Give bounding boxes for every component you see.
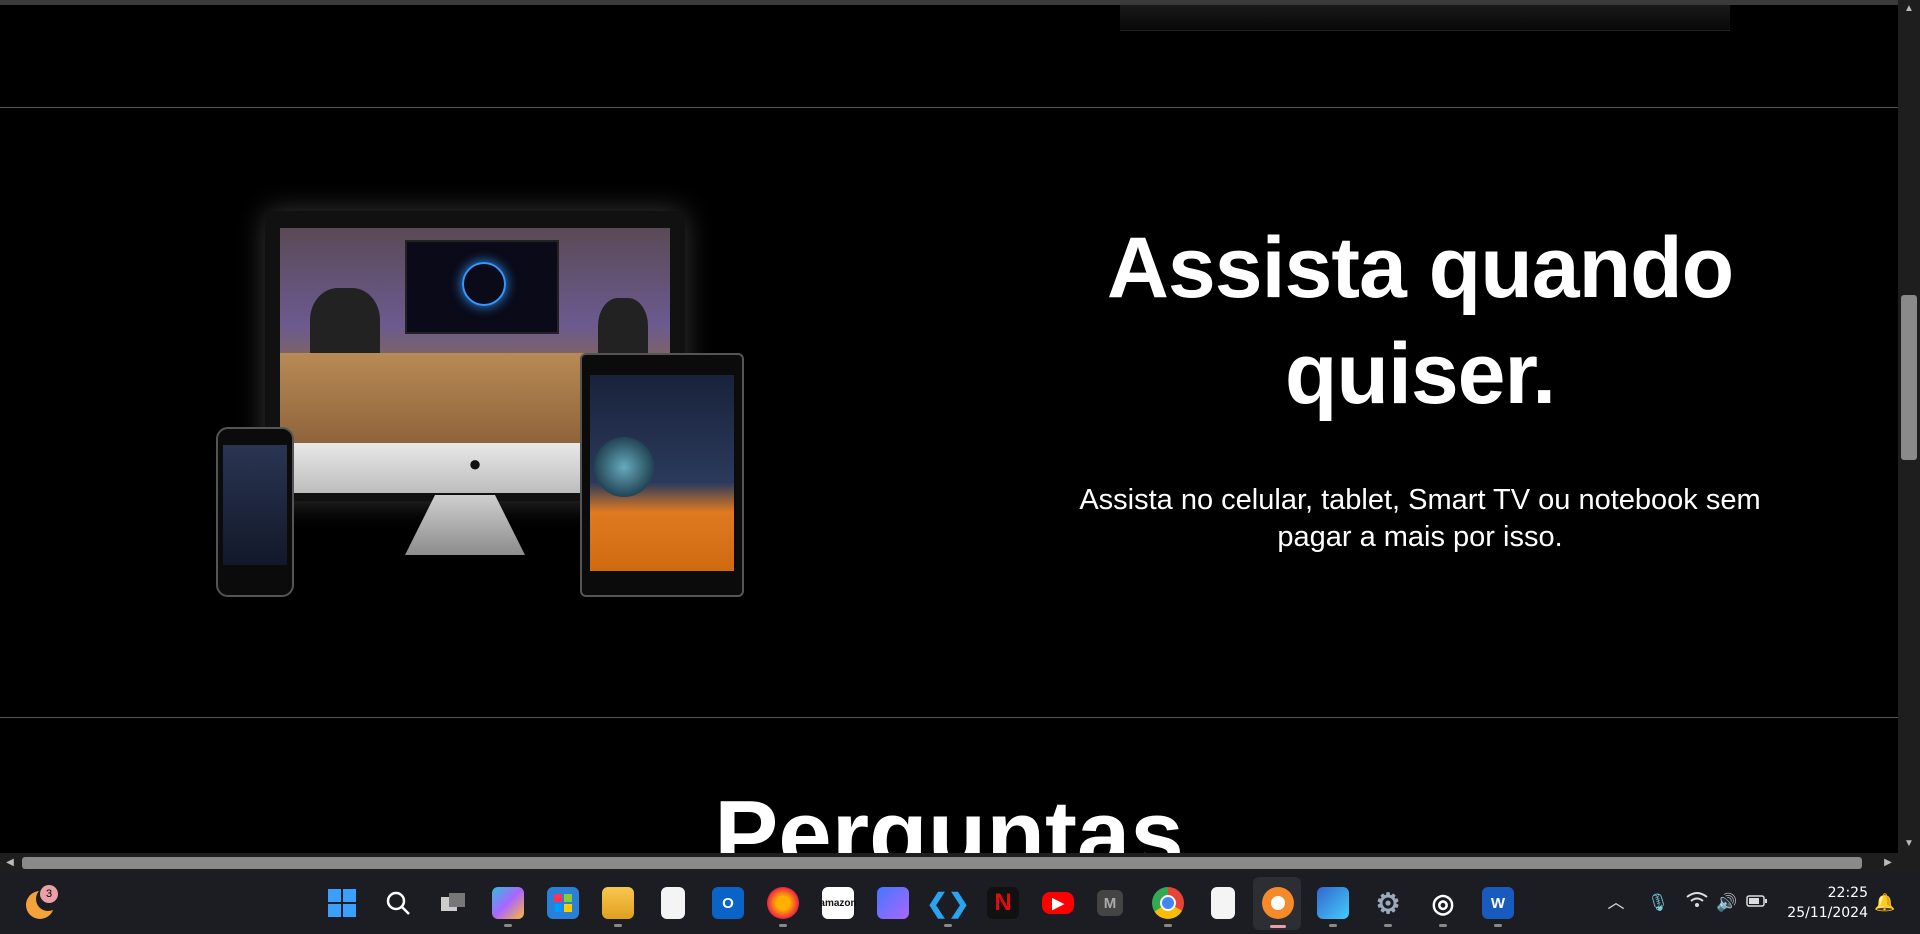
vertical-scrollbar[interactable]: ▲ ▼ bbox=[1898, 0, 1920, 853]
windows-logo-icon[interactable] bbox=[326, 887, 358, 919]
folder-icon[interactable] bbox=[602, 887, 634, 919]
section-title: Assista quando quiser. bbox=[1106, 220, 1734, 422]
scrollbar-corner bbox=[1898, 853, 1920, 873]
phone-device bbox=[216, 427, 294, 597]
section-divider-top bbox=[0, 107, 1898, 108]
youtube-icon[interactable]: ▶ bbox=[1042, 892, 1074, 914]
windows-taskbar: 3 O amazon ❮❯ N ▶ M ⚙ ◎ W ︿ 🎙 🔊 22:25 25… bbox=[0, 873, 1920, 934]
netflix-icon[interactable]: N bbox=[987, 887, 1019, 919]
running-indicator bbox=[1329, 924, 1337, 927]
imac-stand bbox=[405, 495, 525, 555]
vertical-scroll-thumb[interactable] bbox=[1901, 295, 1917, 460]
faq-heading: Perguntas bbox=[714, 781, 1184, 853]
running-indicator bbox=[1439, 924, 1447, 927]
file-icon[interactable] bbox=[661, 887, 685, 919]
podcast-logo bbox=[462, 262, 506, 306]
active-app-indicator bbox=[1270, 925, 1286, 928]
running-indicator bbox=[614, 924, 622, 927]
gear-icon[interactable]: ⚙ bbox=[1372, 887, 1404, 919]
section-divider-bottom bbox=[0, 717, 1898, 718]
running-indicator bbox=[504, 924, 512, 927]
brave-icon[interactable] bbox=[1262, 887, 1294, 919]
amazon-icon[interactable]: amazon bbox=[819, 887, 857, 919]
tablet-device bbox=[580, 353, 744, 597]
chrome-icon[interactable] bbox=[1152, 887, 1184, 919]
scroll-down-arrow-icon[interactable]: ▼ bbox=[1898, 835, 1920, 853]
devices-illustration: ● bbox=[210, 205, 750, 605]
scroll-left-arrow-icon[interactable]: ◀ bbox=[0, 853, 20, 873]
notification-badge: 3 bbox=[40, 885, 58, 903]
weather-widget[interactable]: 3 bbox=[24, 885, 60, 921]
photos-icon[interactable] bbox=[1317, 887, 1349, 919]
running-indicator bbox=[1384, 924, 1392, 927]
copilot-icon[interactable] bbox=[492, 887, 524, 919]
task-view-icon[interactable] bbox=[437, 887, 469, 919]
running-indicator bbox=[779, 924, 787, 927]
web-page-viewport: ● Assista quando quiser. Assista no celu… bbox=[0, 0, 1898, 853]
word-icon[interactable]: W bbox=[1482, 887, 1514, 919]
phone-screen bbox=[223, 445, 287, 565]
volume-icon[interactable]: 🔊 bbox=[1714, 891, 1740, 915]
tablet-screen bbox=[590, 375, 734, 571]
vscode-icon[interactable]: ❮❯ bbox=[926, 887, 970, 919]
file-icon[interactable] bbox=[1211, 887, 1235, 919]
battery-icon[interactable] bbox=[1744, 891, 1770, 915]
clock-date[interactable]: 25/11/2024 bbox=[1770, 905, 1868, 921]
firefox-icon[interactable] bbox=[767, 887, 799, 919]
search-icon[interactable] bbox=[382, 887, 414, 919]
scroll-up-arrow-icon[interactable]: ▲ bbox=[1898, 0, 1920, 18]
clock-time[interactable]: 22:25 bbox=[1780, 885, 1868, 901]
chrome-center bbox=[1160, 895, 1176, 911]
running-indicator bbox=[1164, 924, 1172, 927]
show-hidden-icons-chevron-icon[interactable]: ︿ bbox=[1606, 891, 1626, 915]
brave-center bbox=[1271, 896, 1285, 910]
scroll-right-arrow-icon[interactable]: ▶ bbox=[1878, 853, 1898, 873]
notification-bell-icon[interactable]: 🔔 bbox=[1874, 891, 1896, 915]
horizontal-scrollbar[interactable]: ◀ ▶ bbox=[0, 853, 1898, 873]
horizontal-scroll-thumb[interactable] bbox=[22, 857, 1862, 869]
section-description: Assista no celular, tablet, Smart TV ou … bbox=[1079, 484, 1761, 553]
wifi-icon[interactable] bbox=[1684, 891, 1710, 915]
browser-top-edge bbox=[0, 0, 1920, 5]
running-indicator bbox=[1494, 924, 1502, 927]
outlook-icon[interactable]: O bbox=[712, 887, 744, 919]
studio-sign bbox=[405, 240, 559, 334]
previous-section-card bbox=[1120, 5, 1730, 31]
store-icon[interactable] bbox=[547, 887, 579, 919]
m-app-icon[interactable]: M bbox=[1097, 890, 1123, 916]
apple-logo-icon: ● bbox=[468, 451, 482, 476]
tablet-student-image bbox=[594, 437, 654, 497]
circle-app-icon[interactable]: ◎ bbox=[1427, 887, 1459, 919]
running-indicator bbox=[944, 924, 952, 927]
power-automate-icon[interactable] bbox=[877, 887, 909, 919]
microphone-icon[interactable]: 🎙 bbox=[1646, 891, 1670, 915]
